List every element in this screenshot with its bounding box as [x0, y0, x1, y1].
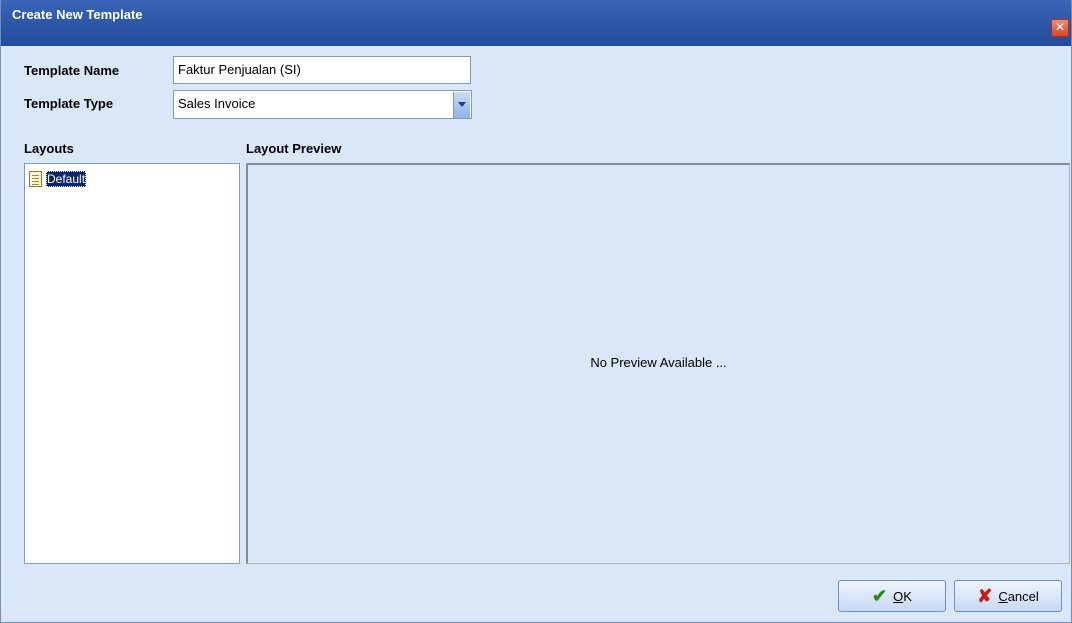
template-type-select[interactable]: Sales Invoice [173, 90, 472, 119]
template-name-label: Template Name [24, 63, 120, 78]
no-preview-text: No Preview Available ... [590, 355, 727, 370]
template-type-value: Sales Invoice [178, 96, 256, 111]
ok-button[interactable]: ✔ OK [838, 580, 946, 612]
layout-preview-pane: No Preview Available ... [246, 163, 1070, 564]
x-icon: ✘ [977, 586, 993, 606]
chevron-down-icon[interactable] [453, 92, 470, 118]
window-title: Create New Template [12, 7, 143, 22]
document-icon [29, 171, 42, 187]
title-bar[interactable]: Create New Template ✕ [1, 0, 1071, 46]
template-type-label: Template Type [24, 96, 114, 111]
close-icon[interactable]: ✕ [1051, 19, 1069, 37]
layouts-label: Layouts [24, 141, 74, 156]
layout-preview-label: Layout Preview [246, 141, 342, 156]
list-item[interactable]: Default [29, 170, 87, 188]
cancel-button-label: Cancel [998, 588, 1039, 604]
layouts-list[interactable]: Default [24, 163, 240, 564]
template-name-input[interactable]: Faktur Penjualan (SI) [173, 56, 471, 84]
checkmark-icon: ✔ [872, 586, 888, 606]
create-template-dialog: Create New Template ✕ Template Name Fakt… [0, 0, 1072, 623]
layout-item-label: Default [46, 171, 87, 187]
ok-button-label: OK [893, 588, 912, 604]
cancel-button[interactable]: ✘ Cancel [954, 580, 1062, 612]
